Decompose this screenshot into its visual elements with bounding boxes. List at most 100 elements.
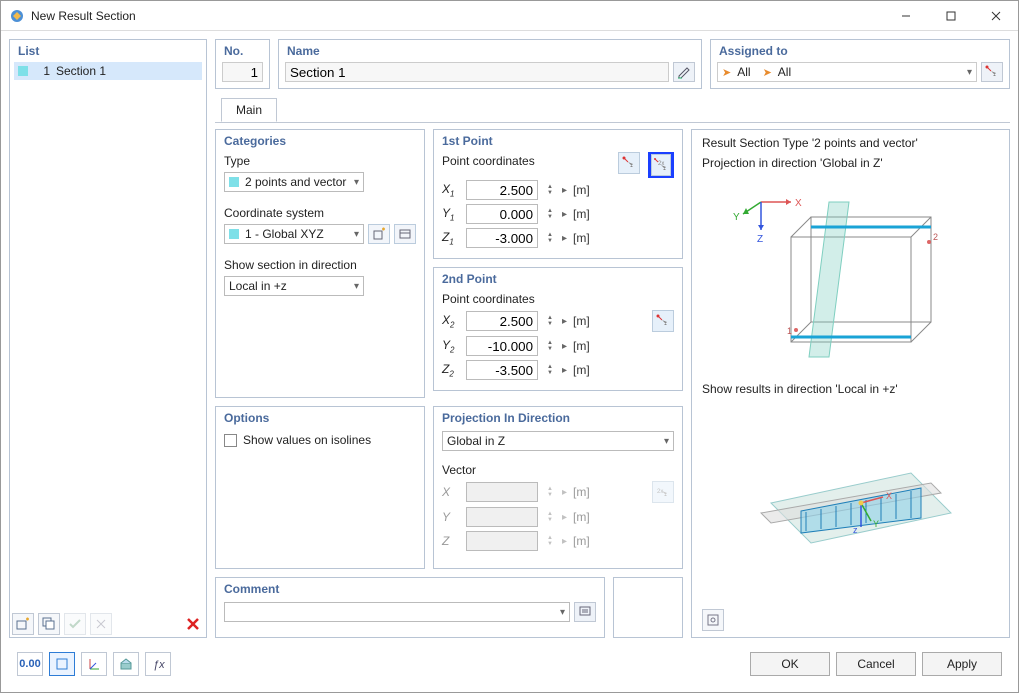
coord-sys-label: Coordinate system [216,204,424,222]
arrow-icon: ➤ [722,66,731,79]
minimize-button[interactable] [883,1,928,31]
right-column: No. Name Assigned to [215,39,1010,638]
dialog-body: List 1 Section 1 [1,31,1018,692]
no-input[interactable] [222,62,263,82]
projection-header: Projection In Direction [434,407,682,429]
type-select[interactable]: 2 points and vector ▾ [224,172,364,192]
y1-spinner[interactable]: ▲▼ [544,208,556,220]
preview-title-1: Result Section Type '2 points and vector… [702,136,999,152]
window-title: New Result Section [31,9,883,23]
vec-y-spinner: ▲▼ [544,511,556,523]
script-tool[interactable]: ƒx [145,652,171,676]
chevron-down-icon: ▾ [354,229,359,240]
list-header: List [10,40,206,60]
options-header: Options [216,407,424,429]
preview-settings-button[interactable] [702,609,724,631]
z2-input[interactable] [466,360,538,380]
x2-input[interactable] [466,311,538,331]
coord-new-button[interactable] [368,224,390,244]
comment-select[interactable]: ▾ [224,602,570,622]
coord-sys-select[interactable]: 1 - Global XYZ ▾ [224,224,364,244]
color-swatch-icon [229,229,239,239]
show-section-label: Show section in direction [216,256,424,274]
view-tool-1[interactable] [49,652,75,676]
x1-input[interactable] [466,180,538,200]
type-value: 2 points and vector [245,175,346,189]
pick-two-points-button-highlighted[interactable]: 2x [648,152,674,178]
show-section-select[interactable]: Local in +z ▾ [224,276,364,296]
coord-sys-value: 1 - Global XYZ [245,227,324,241]
svg-text:2: 2 [933,232,938,242]
y2-spinner[interactable]: ▲▼ [544,340,556,352]
name-input[interactable] [285,62,669,82]
view-tool-2[interactable] [81,652,107,676]
list-toolbar [10,611,206,637]
view-tool-3[interactable] [113,652,139,676]
z2-spinner[interactable]: ▲▼ [544,364,556,376]
x2-spinner[interactable]: ▲▼ [544,315,556,327]
z1-spinner[interactable]: ▲▼ [544,232,556,244]
z2-row: Z2 ▲▼ ▸ [m] [434,358,682,382]
step-icon[interactable]: ▸ [562,185,567,196]
y2-input[interactable] [466,336,538,356]
vec-x-row: X ▲▼ ▸ [m] 2x [434,479,682,505]
y2-row: Y2 ▲▼ ▸ [m] [434,334,682,358]
step-icon[interactable]: ▸ [562,316,567,327]
x1-spinner[interactable]: ▲▼ [544,184,556,196]
copy-item-button[interactable] [38,613,60,635]
step-icon[interactable]: ▸ [562,365,567,376]
point1-group: 1st Point Point coordinates [433,129,683,259]
svg-text:Z: Z [757,234,763,245]
point2-group: 2nd Point Point coordinates X2 ▲▼ ▸ [m] [433,267,683,391]
color-swatch-icon [18,66,28,76]
y1-unit: [m] [573,207,590,221]
show-section-value: Local in +z [229,279,287,293]
apply-button[interactable]: Apply [922,652,1002,676]
dialog-window: New Result Section List 1 Section 1 [0,0,1019,693]
svg-text:Y: Y [873,519,879,529]
step-icon[interactable]: ▸ [562,341,567,352]
assigned-select[interactable]: ➤ All ➤ All ▾ [717,62,977,82]
comment-edit-button[interactable] [574,602,596,622]
assigned-pick-button[interactable] [981,62,1003,82]
tabs: Main [215,97,1010,123]
show-isolines-row[interactable]: Show values on isolines [216,429,424,451]
options-group: Options Show values on isolines [215,406,425,569]
ok-button[interactable]: OK [750,652,830,676]
dialog-footer: 0.00 ƒx OK Cancel Apply [9,646,1010,684]
arrow-icon: ➤ [763,66,772,79]
x2-row: X2 ▲▼ ▸ [m] [434,308,682,334]
edit-name-button[interactable] [673,62,695,82]
projection-value: Global in Z [447,434,505,448]
delete-button[interactable] [182,613,204,635]
color-swatch-icon [229,177,239,187]
preview-3d-bottom: X Y z [702,402,999,605]
pick-vector-button: 2x [652,481,674,503]
close-button[interactable] [973,1,1018,31]
projection-group: Projection In Direction Global in Z ▾ Ve… [433,406,683,569]
list-item[interactable]: 1 Section 1 [14,62,202,80]
y1-label: Y1 [442,206,460,222]
coord-library-button[interactable] [394,224,416,244]
no-panel: No. [215,39,270,89]
vec-z-spinner: ▲▼ [544,535,556,547]
tab-main[interactable]: Main [221,98,277,122]
units-tool[interactable]: 0.00 [17,652,43,676]
preview-3d-top: X Y Z [702,175,999,378]
step-icon[interactable]: ▸ [562,209,567,220]
cancel-button[interactable]: Cancel [836,652,916,676]
vec-y-unit: [m] [573,510,590,524]
step-icon: ▸ [562,536,567,547]
y2-unit: [m] [573,339,590,353]
show-isolines-checkbox[interactable] [224,434,237,447]
step-icon[interactable]: ▸ [562,233,567,244]
projection-select[interactable]: Global in Z ▾ [442,431,674,451]
y1-input[interactable] [466,204,538,224]
pick-point2-button[interactable] [652,310,674,332]
maximize-button[interactable] [928,1,973,31]
new-item-button[interactable] [12,613,34,635]
preview-title-3: Show results in direction 'Local in +z' [702,382,999,398]
assigned-value-1: All [737,65,750,79]
z1-input[interactable] [466,228,538,248]
pick-point1-button[interactable] [618,152,640,174]
